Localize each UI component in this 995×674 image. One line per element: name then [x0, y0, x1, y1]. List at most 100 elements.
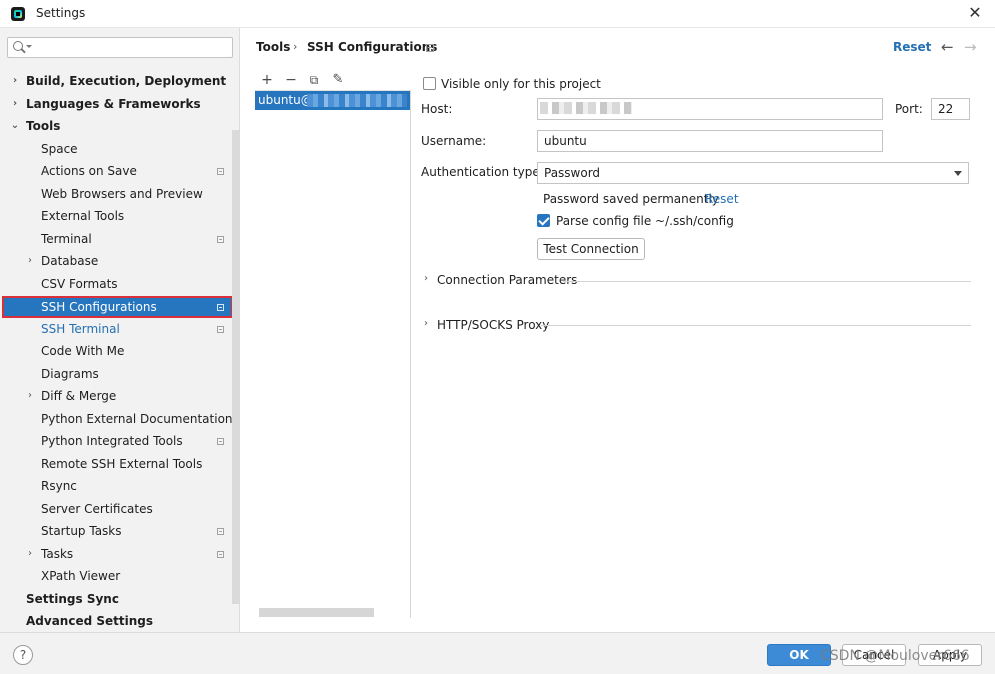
breadcrumb-parent[interactable]: Tools [256, 40, 290, 54]
sidebar-scrollbar[interactable] [232, 130, 240, 604]
sidebar-item-actions-on-save[interactable]: Actions on Save [0, 160, 240, 182]
search-input[interactable] [34, 40, 224, 55]
sidebar-item-label: Python External Documentation [41, 412, 233, 426]
sidebar-item-tasks[interactable]: › Tasks [0, 543, 240, 565]
parse-config-checkbox[interactable] [537, 214, 550, 227]
redacted-host-mask [307, 94, 407, 107]
sidebar-item-server-certificates[interactable]: Server Certificates [0, 498, 240, 520]
sidebar-item-xpath-viewer[interactable]: XPath Viewer [0, 565, 240, 587]
config-list-toolbar: + − ⧉ ✎ [255, 70, 411, 92]
project-level-icon [217, 438, 224, 445]
sidebar-item-rsync[interactable]: Rsync [0, 475, 240, 497]
chevron-down-icon[interactable]: ⌄ [10, 115, 20, 137]
section-label: Connection Parameters [437, 273, 578, 287]
password-reset-link[interactable]: Reset [705, 192, 739, 206]
chevron-right-icon[interactable]: › [25, 385, 35, 407]
sidebar-item-label: Diagrams [41, 367, 99, 381]
sidebar-item-label: Advanced Settings [26, 614, 154, 628]
reset-button[interactable]: Reset [893, 40, 931, 54]
sidebar-item-external-tools[interactable]: External Tools [0, 205, 240, 227]
help-icon[interactable]: ? [13, 645, 33, 665]
sidebar-item-python-external-docs[interactable]: Python External Documentation [0, 408, 240, 430]
project-level-icon [217, 168, 224, 175]
sidebar-item-label: Startup Tasks [41, 524, 122, 538]
visible-only-checkbox[interactable] [423, 77, 436, 90]
project-level-icon [217, 528, 224, 535]
sidebar-item-label: Database [41, 254, 99, 268]
sidebar-item-terminal[interactable]: Terminal [0, 228, 240, 250]
sidebar-item-code-with-me[interactable]: Code With Me [0, 340, 240, 362]
port-input[interactable] [931, 98, 970, 120]
project-level-icon [217, 326, 224, 333]
breadcrumb-current: SSH Configurations [307, 40, 438, 54]
sidebar-item-label: Tasks [41, 547, 74, 561]
chevron-right-icon: › [424, 273, 428, 284]
sidebar-item-label: Build, Execution, Deployment [26, 74, 227, 88]
sidebar-item-ssh-terminal[interactable]: SSH Terminal [0, 318, 240, 340]
chevron-right-icon[interactable]: › [25, 250, 35, 272]
auth-type-select[interactable]: Password [537, 162, 969, 184]
chevron-right-icon: › [424, 318, 428, 329]
test-connection-button[interactable]: Test Connection [537, 238, 645, 260]
watermark: CSDN @Moulover666 [820, 648, 970, 664]
add-icon[interactable]: + [257, 70, 277, 90]
sidebar-item-label: XPath Viewer [41, 569, 121, 583]
sidebar-item-label: SSH Terminal [41, 322, 120, 336]
section-divider [541, 325, 971, 326]
ssh-config-list: ubuntu@ [255, 90, 411, 618]
sidebar-item-diagrams[interactable]: Diagrams [0, 363, 240, 385]
sidebar-item-label: Settings Sync [26, 592, 119, 606]
sidebar-item-web-browsers[interactable]: Web Browsers and Preview [0, 183, 240, 205]
chevron-right-icon[interactable]: › [10, 70, 20, 92]
username-input[interactable] [537, 130, 883, 152]
search-box[interactable] [7, 37, 233, 58]
sidebar-item-label: Remote SSH External Tools [41, 457, 203, 471]
project-level-icon [217, 551, 224, 558]
sidebar-item-settings-sync[interactable]: Settings Sync [0, 588, 240, 610]
edit-icon[interactable]: ✎ [328, 70, 348, 90]
search-history-dropdown-icon[interactable] [26, 45, 32, 48]
sidebar-item-build-execution-deployment[interactable]: › Build, Execution, Deployment [0, 70, 240, 92]
sidebar-item-label: Terminal [41, 232, 92, 246]
chevron-right-icon[interactable]: › [10, 93, 20, 115]
sidebar-item-python-integrated-tools[interactable]: Python Integrated Tools [0, 430, 240, 452]
sidebar-item-ssh-configurations[interactable]: SSH Configurations [2, 296, 233, 318]
sidebar-item-label: Tools [26, 119, 61, 133]
sidebar-item-space[interactable]: Space [0, 138, 240, 160]
list-item[interactable]: ubuntu@ [255, 91, 410, 110]
sidebar-item-label: Rsync [41, 479, 77, 493]
sidebar-item-tools[interactable]: ⌄ Tools [0, 115, 240, 137]
password-saved-text: Password saved permanently [543, 192, 719, 206]
sidebar-item-label: Diff & Merge [41, 389, 117, 403]
copy-icon[interactable]: ⧉ [304, 70, 324, 90]
sidebar-item-startup-tasks[interactable]: Startup Tasks [0, 520, 240, 542]
auth-type-label: Authentication type: [421, 165, 544, 179]
connection-parameters-section[interactable]: › Connection Parameters [424, 273, 577, 291]
parse-config-label: Parse config file ~/.ssh/config [556, 214, 734, 228]
project-level-icon [217, 304, 224, 311]
sidebar-item-label: CSV Formats [41, 277, 118, 291]
window-title: Settings [36, 6, 86, 20]
forward-arrow-icon[interactable]: → [964, 38, 977, 56]
dialog-footer: ? OK Cancel Apply CSDN @Moulover666 [0, 632, 995, 674]
close-icon[interactable]: ✕ [967, 4, 983, 22]
project-level-icon [217, 236, 224, 243]
sidebar-item-remote-ssh-external-tools[interactable]: Remote SSH External Tools [0, 453, 240, 475]
breadcrumb-separator-icon: › [293, 40, 298, 53]
sidebar-item-database[interactable]: › Database [0, 250, 240, 272]
sidebar-item-languages-frameworks[interactable]: › Languages & Frameworks [0, 93, 240, 115]
chevron-right-icon[interactable]: › [25, 543, 35, 565]
sidebar-item-advanced-settings[interactable]: Advanced Settings [0, 610, 240, 632]
sidebar-item-csv-formats[interactable]: CSV Formats [0, 273, 240, 295]
host-label: Host: [421, 102, 453, 116]
back-arrow-icon[interactable]: ← [941, 38, 954, 56]
sidebar-item-diff-merge[interactable]: › Diff & Merge [0, 385, 240, 407]
sidebar-item-label: External Tools [41, 209, 125, 223]
list-horizontal-scrollbar[interactable] [259, 608, 374, 617]
remove-icon[interactable]: − [281, 70, 301, 90]
sidebar-item-label: Web Browsers and Preview [41, 187, 203, 201]
http-socks-proxy-section[interactable]: › HTTP/SOCKS Proxy [424, 318, 549, 336]
auth-type-value: Password [544, 166, 601, 180]
port-label: Port: [895, 102, 923, 116]
search-icon [13, 41, 23, 51]
